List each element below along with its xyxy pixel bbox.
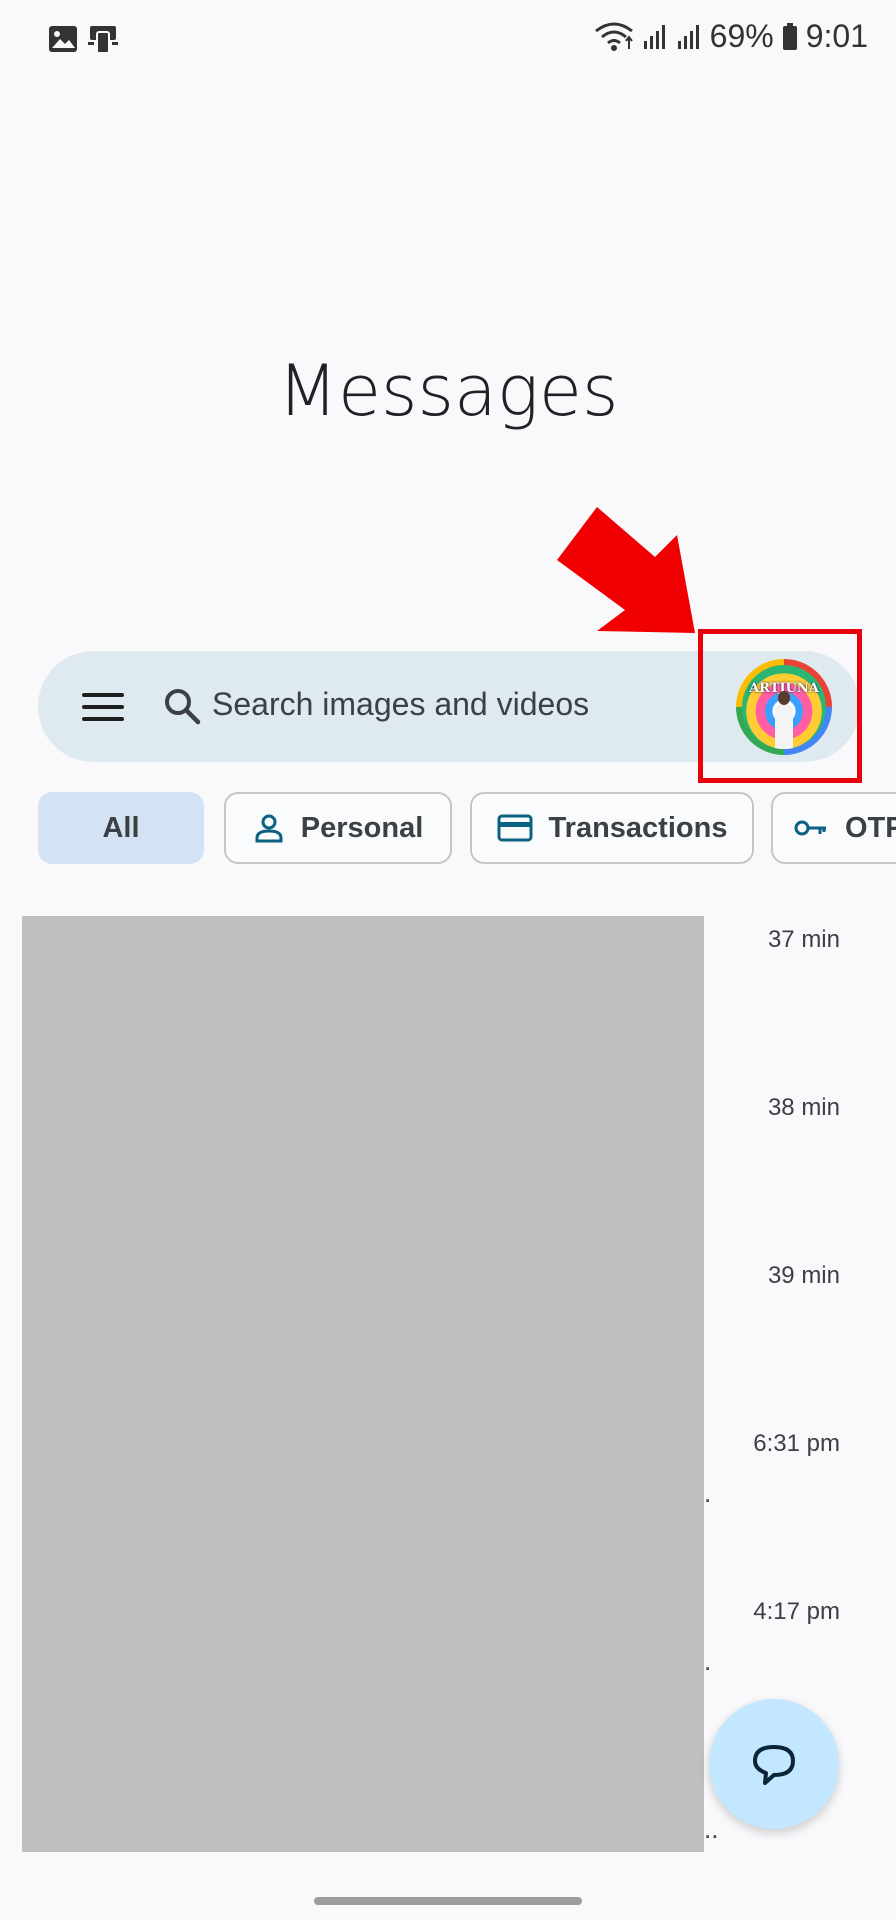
- chip-personal-label: Personal: [300, 811, 424, 844]
- gallery-notification-icon: [49, 26, 77, 52]
- wifi-icon: [594, 22, 633, 51]
- conversation-time: 39 min: [767, 1262, 840, 1289]
- chip-all[interactable]: All: [38, 792, 204, 864]
- annotation-arrow-icon: [557, 507, 695, 633]
- conversation-time: 38 min: [767, 1094, 840, 1121]
- signal-icon-2: [677, 24, 699, 49]
- redacted-conversation-list: [22, 916, 704, 1852]
- battery-icon: [782, 22, 797, 50]
- battery-percent: 69%: [709, 18, 774, 54]
- person-icon: [255, 814, 283, 843]
- status-right: 69% 9:01: [594, 18, 868, 55]
- chip-otp[interactable]: OTP: [771, 792, 896, 864]
- menu-icon[interactable]: [82, 693, 124, 721]
- chat-bubble-icon: [753, 1745, 795, 1785]
- signal-icon-1: [643, 24, 665, 49]
- search-icon: [165, 689, 201, 725]
- chip-personal[interactable]: Personal: [224, 792, 452, 864]
- truncation-dot: .: [704, 1478, 712, 1508]
- page-title: Messages: [277, 350, 619, 432]
- conversation-time: 37 min: [767, 926, 840, 953]
- chip-transactions[interactable]: Transactions: [470, 792, 754, 864]
- start-chat-button[interactable]: [709, 1699, 839, 1829]
- chip-transactions-label: Transactions: [548, 811, 728, 844]
- truncation-dot: ..: [704, 1814, 719, 1844]
- truncation-dot: .: [704, 1646, 712, 1676]
- home-gesture-bar[interactable]: [314, 1897, 582, 1905]
- conversation-time: 6:31 pm: [753, 1430, 840, 1457]
- card-icon: [497, 814, 533, 842]
- clock: 9:01: [805, 18, 868, 54]
- key-icon: [794, 820, 826, 836]
- search-placeholder[interactable]: Search images and videos: [212, 686, 589, 723]
- chip-all-label: All: [102, 811, 140, 844]
- screen-mirror-notification-icon: [88, 26, 118, 54]
- conversation-time: 4:17 pm: [753, 1598, 840, 1625]
- annotation-highlight-box: [698, 629, 862, 783]
- status-left-icons: [48, 24, 118, 54]
- chip-otp-label: OTP: [845, 811, 896, 844]
